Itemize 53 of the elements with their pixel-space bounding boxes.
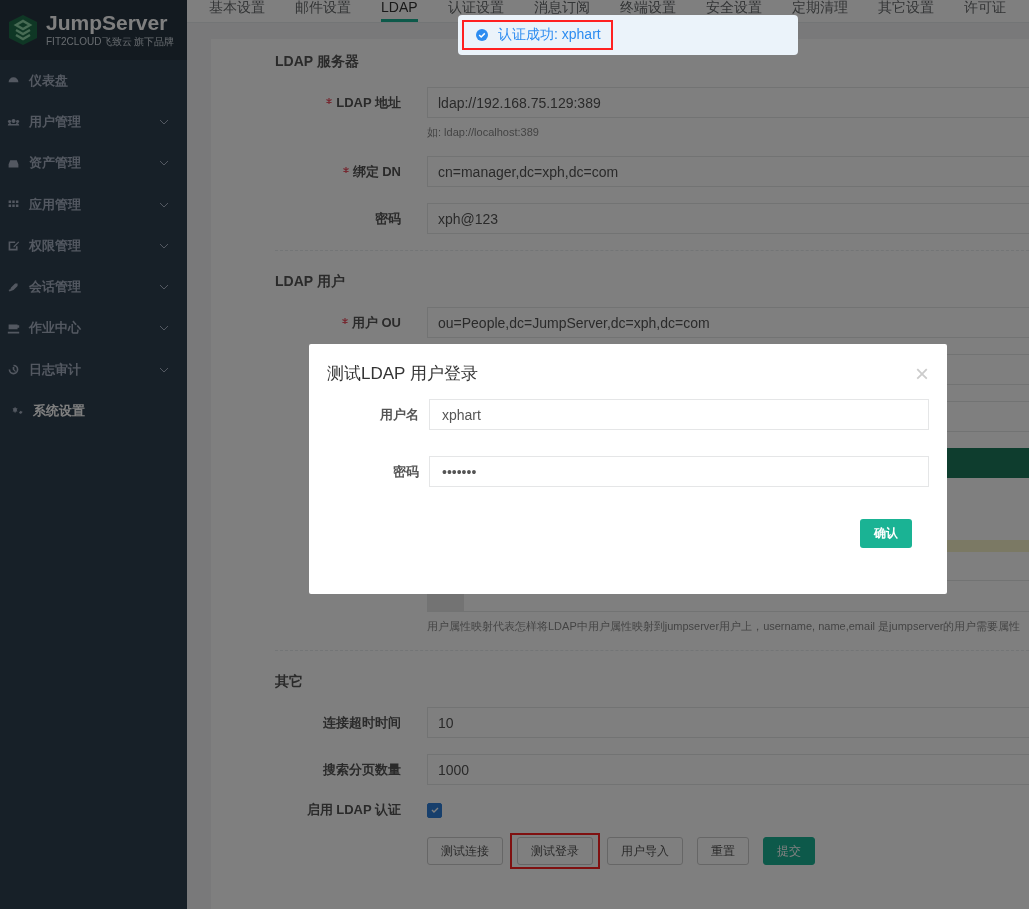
confirm-button[interactable]: 确认 [860, 519, 912, 548]
logo-icon [6, 13, 40, 47]
action-button[interactable]: 测试登录 [517, 837, 593, 865]
input-field[interactable]: 10 [427, 707, 1029, 738]
nav-item[interactable]: 作业中心 [0, 307, 187, 350]
tab[interactable]: LDAP [381, 0, 418, 22]
check-icon [429, 805, 440, 815]
logo-name: JumpServer [46, 11, 169, 35]
tab[interactable]: 其它设置 [877, 0, 934, 20]
input-field[interactable]: ••••••• [429, 456, 929, 487]
logo-tagline: FIT2CLOUD飞致云 旗下品牌 [46, 35, 175, 49]
tab[interactable]: 邮件设置 [295, 0, 351, 20]
field-label: 密码 [375, 209, 401, 228]
nav-item[interactable]: 日志审计 [0, 349, 187, 391]
section-title: 其它 [275, 673, 304, 691]
nav-item[interactable]: 权限管理 [0, 225, 187, 267]
nav-item[interactable]: 应用管理 [0, 183, 187, 226]
dialog-title: 测试LDAP 用户登录 [327, 363, 478, 385]
submit-button[interactable]: 提交 [763, 837, 815, 865]
tab[interactable]: 许可证 [963, 0, 1006, 20]
section-title: LDAP 用户 [275, 273, 346, 291]
nav-icon [7, 321, 20, 335]
field-label: 密码 [392, 462, 419, 481]
input-field[interactable]: xph@123 [427, 203, 1029, 234]
input-field[interactable]: 1000 [427, 754, 1029, 785]
tab[interactable]: 基本设置 [209, 0, 265, 20]
input-field[interactable]: cn=manager,dc=xph,dc=com [427, 156, 1029, 187]
toast-message: 认证成功: xphart [498, 26, 601, 44]
section-title: LDAP 服务器 [275, 53, 360, 71]
field-label: 连接超时时间 [323, 713, 401, 732]
action-button[interactable]: 测试连接 [427, 837, 503, 865]
nav-item[interactable]: 会话管理 [0, 266, 187, 308]
action-button[interactable]: 重置 [697, 837, 749, 865]
nav-icon [7, 280, 20, 294]
nav-item[interactable]: 资产管理 [0, 142, 187, 184]
nav-icon [7, 363, 20, 377]
field-label: LDAP 地址 [336, 93, 401, 112]
checkbox[interactable] [427, 802, 442, 818]
help-text: 如: ldap://localhost:389 [427, 125, 540, 140]
nav-icon [7, 239, 20, 253]
field-label: 绑定 DN [352, 162, 401, 181]
input-field[interactable]: ou=People,dc=JumpServer,dc=xph,dc=com [427, 307, 1029, 338]
field-label: 搜索分页数量 [323, 760, 401, 779]
input-field[interactable]: xphart [429, 399, 929, 430]
action-button[interactable]: 用户导入 [607, 837, 683, 865]
check-circle-icon [476, 29, 488, 41]
field-label: 启用 LDAP 认证 [305, 801, 401, 819]
nav-item[interactable]: 仪表盘 [0, 60, 187, 102]
field-label: 用户 OU [351, 313, 401, 332]
nav-item[interactable]: 用户管理 [0, 101, 187, 143]
input-field[interactable]: ldap://192.168.75.129:389 [427, 87, 1029, 118]
nav-item[interactable]: 系统设置 [0, 390, 187, 432]
field-label: 用户名 [379, 405, 419, 424]
